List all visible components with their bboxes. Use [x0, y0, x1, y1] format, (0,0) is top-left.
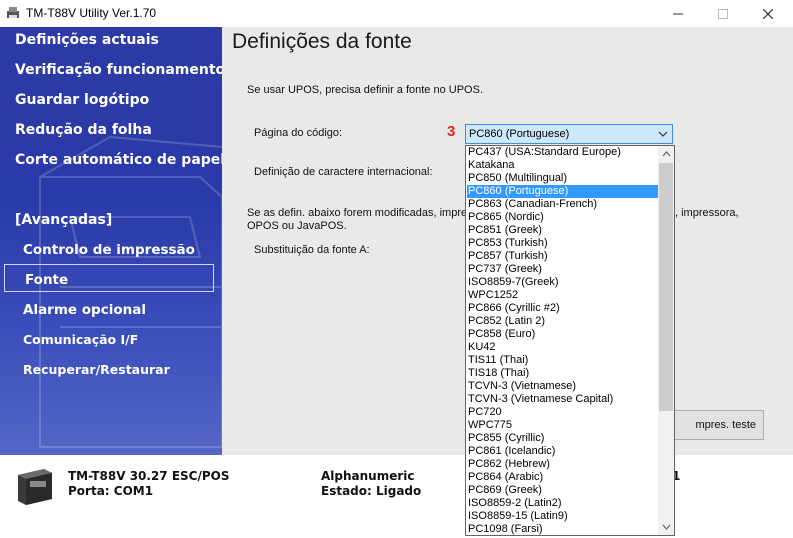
sidebar-item-auto-cut[interactable]: Corte automático de papel: [15, 152, 222, 168]
codepage-option[interactable]: KU42: [467, 341, 658, 354]
minimize-button[interactable]: [655, 0, 701, 27]
printer-icon: [18, 469, 52, 505]
codepage-option[interactable]: PC855 (Cyrillic): [467, 432, 658, 445]
codepage-option[interactable]: PC737 (Greek): [467, 263, 658, 276]
sidebar: Definições actuais Verificação funcionam…: [0, 27, 222, 455]
minimize-icon: [673, 13, 683, 14]
modify-note-line1: Se as defin. abaixo forem modificadas, i…: [247, 207, 473, 219]
sidebar-item-store-logo[interactable]: Guardar logótipo: [15, 92, 149, 108]
title-bar: TM-T88V Utility Ver.1.70: [0, 0, 793, 28]
codepage-option[interactable]: PC865 (Nordic): [467, 211, 658, 224]
codepage-option[interactable]: TIS18 (Thai): [467, 367, 658, 380]
dropdown-scrollbar[interactable]: [658, 146, 674, 535]
close-icon: [763, 8, 773, 19]
codepage-option[interactable]: PC852 (Latin 2): [467, 315, 658, 328]
printer-model: TM-T88V 30.27 ESC/POS: [68, 469, 230, 483]
codepage-option[interactable]: PC861 (Icelandic): [467, 445, 658, 458]
scroll-down-button[interactable]: [658, 519, 674, 535]
codepage-option[interactable]: PC853 (Turkish): [467, 237, 658, 250]
chevron-down-icon: [658, 131, 668, 137]
scroll-up-button[interactable]: [658, 146, 674, 162]
codepage-option[interactable]: PC1098 (Farsi): [467, 523, 658, 535]
codepage-option[interactable]: ISO8859-7(Greek): [467, 276, 658, 289]
sidebar-item-font[interactable]: Fonte: [25, 272, 68, 288]
codepage-select-value: PC860 (Portuguese): [469, 128, 570, 140]
codepage-dropdown-list[interactable]: PC437 (USA:Standard Europe) Katakana PC850…: [465, 145, 675, 536]
codepage-option[interactable]: TCVN-3 (Vietnamese): [467, 380, 658, 393]
codepage-option[interactable]: TCVN-3 (Vietnamese Capital): [467, 393, 658, 406]
test-print-label: mpres. teste: [695, 419, 756, 431]
printer-port: Porta: COM1: [68, 484, 154, 498]
codepage-option[interactable]: PC864 (Arabic): [467, 471, 658, 484]
codepage-option[interactable]: ISO8859-2 (Latin2): [467, 497, 658, 510]
codepage-option[interactable]: PC869 (Greek): [467, 484, 658, 497]
sidebar-item-current-settings[interactable]: Definições actuais: [15, 32, 159, 48]
printer-icon: [7, 7, 19, 18]
codepage-option[interactable]: PC720: [467, 406, 658, 419]
codepage-option[interactable]: PC437 (USA:Standard Europe): [467, 146, 658, 159]
codepage-option[interactable]: WPC1252: [467, 289, 658, 302]
maximize-icon: [718, 8, 728, 19]
maximize-button[interactable]: [700, 0, 746, 27]
intl-charset-label: Definição de caractere internacional:: [254, 166, 433, 178]
codepage-option[interactable]: PC862 (Hebrew): [467, 458, 658, 471]
codepage-label: Página do código:: [254, 127, 343, 139]
scroll-down-icon: [662, 524, 670, 530]
sidebar-item-backup-restore[interactable]: Recuperar/Restaurar: [23, 362, 170, 377]
sidebar-item-operation-check[interactable]: Verificação funcionamento: [15, 62, 222, 78]
codepage-option[interactable]: PC851 (Greek): [467, 224, 658, 237]
close-button[interactable]: [745, 0, 791, 27]
printer-mode: Alphanumeric: [321, 469, 415, 483]
codepage-option[interactable]: PC860 (Portuguese): [467, 185, 658, 198]
codepage-option[interactable]: PC863 (Canadian-French): [467, 198, 658, 211]
codepage-options: PC437 (USA:Standard Europe) Katakana PC850…: [467, 146, 658, 535]
modify-note-line1-end: , impressora,: [675, 207, 739, 219]
codepage-option[interactable]: ISO8859-15 (Latin9): [467, 510, 658, 523]
sidebar-item-optional-buzzer[interactable]: Alarme opcional: [23, 302, 146, 318]
window-title: TM-T88V Utility Ver.1.70: [26, 6, 157, 20]
font-a-substitution-label: Substituição da fonte A:: [254, 244, 370, 256]
codepage-option[interactable]: TIS11 (Thai): [467, 354, 658, 367]
modify-note-line2: OPOS ou JavaPOS.: [247, 220, 347, 232]
codepage-option[interactable]: PC857 (Turkish): [467, 250, 658, 263]
scrollbar-thumb[interactable]: [659, 163, 673, 411]
codepage-select[interactable]: PC860 (Portuguese): [465, 124, 673, 144]
test-print-button[interactable]: mpres. teste: [667, 410, 764, 440]
sidebar-item-communication-if[interactable]: Comunicação I/F: [23, 332, 138, 347]
upos-note: Se usar UPOS, precisa definir a fonte no…: [247, 84, 484, 96]
codepage-option[interactable]: PC866 (Cyrillic #2): [467, 302, 658, 315]
sidebar-section-advanced: [Avançadas]: [15, 212, 113, 228]
codepage-option[interactable]: PC850 (Multilingual): [467, 172, 658, 185]
printer-state: Estado: Ligado: [321, 484, 422, 498]
codepage-option[interactable]: Katakana: [467, 159, 658, 172]
sidebar-item-paper-reduction[interactable]: Redução da folha: [15, 122, 152, 138]
scroll-up-icon: [662, 151, 670, 157]
codepage-option[interactable]: WPC775: [467, 419, 658, 432]
step-marker: 3: [447, 123, 456, 140]
codepage-option[interactable]: PC858 (Euro): [467, 328, 658, 341]
sidebar-item-print-control[interactable]: Controlo de impressão: [23, 242, 195, 258]
page-title: Definições da fonte: [232, 30, 412, 53]
